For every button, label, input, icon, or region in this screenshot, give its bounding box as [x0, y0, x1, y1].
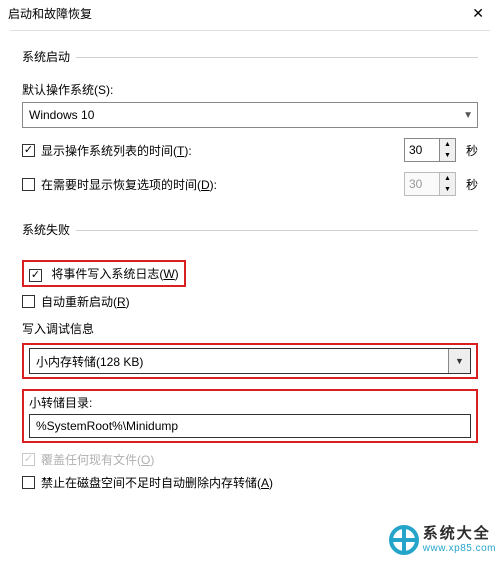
- close-icon[interactable]: ✕: [466, 5, 490, 22]
- highlight-box: 小转储目录: %SystemRoot%\Minidump: [22, 389, 478, 443]
- highlight-box: ✓ 将事件写入系统日志(W): [22, 260, 186, 287]
- show-os-list-row: ✓ 显示操作系统列表的时间(T): ▲▼ 秒: [22, 138, 478, 162]
- watermark-en: www.xp85.com: [423, 543, 496, 554]
- logo-icon: [389, 525, 419, 555]
- show-os-list-label: 显示操作系统列表的时间(T):: [41, 142, 404, 159]
- seconds-unit: 秒: [466, 176, 478, 193]
- seconds-unit: 秒: [466, 142, 478, 159]
- auto-restart-label: 自动重新启动(R): [41, 293, 130, 310]
- show-os-list-checkbox[interactable]: ✓: [22, 144, 35, 157]
- disable-lowdisk-row: 禁止在磁盘空间不足时自动删除内存转储(A): [22, 474, 478, 491]
- disable-lowdisk-checkbox[interactable]: [22, 476, 35, 489]
- dump-dir-value: %SystemRoot%\Minidump: [36, 419, 178, 433]
- default-os-value: Windows 10: [29, 108, 94, 122]
- chevron-down-icon: ▼: [463, 110, 473, 121]
- overwrite-checkbox: ✓: [22, 453, 35, 466]
- overwrite-row: ✓ 覆盖任何现有文件(O): [22, 451, 478, 468]
- spin-up-icon: ▲: [440, 139, 455, 150]
- watermark-cn: 系统大全: [423, 526, 496, 543]
- group-system-startup: 系统启动 默认操作系统(S): Windows 10 ▼ ✓ 显示操作系统列表的…: [22, 57, 478, 196]
- group-title-failure: 系统失败: [22, 221, 76, 238]
- dump-type-value: 小内存转储(128 KB): [36, 353, 143, 370]
- group-system-failure: 系统失败 ✓ 将事件写入系统日志(W) 自动重新启动(R) 写入调试信息: [22, 230, 478, 491]
- dialog-panel: 系统启动 默认操作系统(S): Windows 10 ▼ ✓ 显示操作系统列表的…: [10, 30, 490, 501]
- dump-dir-label: 小转储目录:: [29, 394, 471, 411]
- highlight-box: 小内存转储(128 KB) ▼: [22, 343, 478, 379]
- show-os-list-spinner[interactable]: ▲▼: [404, 138, 456, 162]
- default-os-label: 默认操作系统(S):: [22, 81, 478, 98]
- dump-type-select[interactable]: 小内存转储(128 KB) ▼: [29, 348, 471, 374]
- show-recovery-row: 在需要时显示恢复选项的时间(D): ▲▼ 秒: [22, 172, 478, 196]
- overwrite-label: 覆盖任何现有文件(O): [41, 451, 154, 468]
- show-recovery-checkbox[interactable]: [22, 178, 35, 191]
- show-recovery-label: 在需要时显示恢复选项的时间(D):: [41, 176, 404, 193]
- dump-dir-input[interactable]: %SystemRoot%\Minidump: [29, 414, 471, 438]
- write-event-label: 将事件写入系统日志(W): [51, 267, 178, 281]
- auto-restart-checkbox[interactable]: [22, 295, 35, 308]
- write-event-row: ✓ 将事件写入系统日志(W): [22, 260, 478, 287]
- chevron-down-icon: ▼: [448, 349, 470, 373]
- disable-lowdisk-label: 禁止在磁盘空间不足时自动删除内存转储(A): [41, 474, 273, 491]
- default-os-select[interactable]: Windows 10 ▼: [22, 102, 478, 128]
- window-title: 启动和故障恢复: [8, 5, 92, 22]
- show-recovery-spinner: ▲▼: [404, 172, 456, 196]
- watermark: 系统大全 www.xp85.com: [389, 525, 496, 555]
- spin-down-icon: ▼: [440, 150, 455, 161]
- write-event-checkbox[interactable]: ✓: [29, 269, 42, 282]
- debug-info-label: 写入调试信息: [22, 320, 478, 337]
- auto-restart-row: 自动重新启动(R): [22, 293, 478, 310]
- titlebar: 启动和故障恢复 ✕: [0, 0, 500, 24]
- spin-down-icon: ▼: [440, 184, 455, 195]
- show-recovery-value: [404, 172, 440, 196]
- show-os-list-value[interactable]: [404, 138, 440, 162]
- group-title-startup: 系统启动: [22, 48, 76, 65]
- spin-up-icon: ▲: [440, 173, 455, 184]
